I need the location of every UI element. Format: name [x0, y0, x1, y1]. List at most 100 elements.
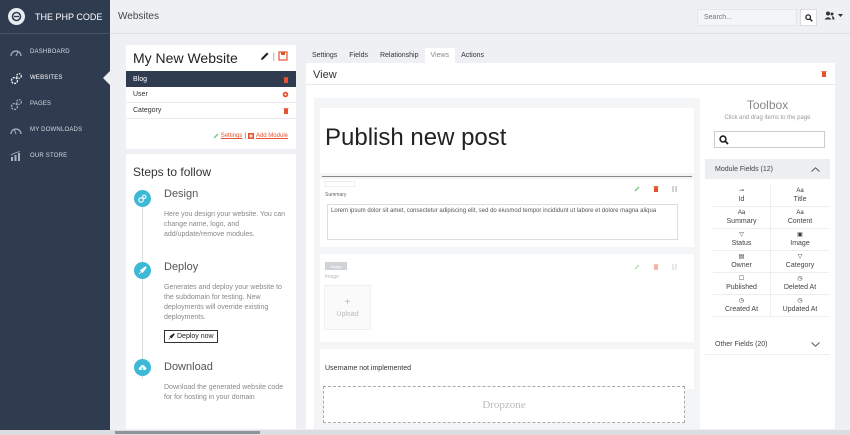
step-desc-design: Here you design your website. You can ch… [164, 211, 286, 238]
toolbox-item-deleted-at[interactable]: ◷ Deleted At [771, 273, 829, 295]
tab-fields[interactable]: Fields [343, 48, 374, 63]
chevron-down-icon [811, 342, 820, 347]
separator: | [244, 133, 246, 139]
module-item-blog[interactable]: Blog [126, 71, 296, 87]
steps-card: Steps to follow Design Here you design y… [126, 154, 296, 429]
field-label: Content [787, 218, 813, 225]
dropzone[interactable]: Dropzone [323, 386, 685, 423]
upload-button[interactable]: + Upload [324, 285, 371, 330]
tab-views[interactable]: Views [424, 48, 456, 63]
deploy-now-button[interactable]: Deploy now [164, 330, 218, 343]
field-label: Created At [724, 306, 759, 313]
pencil-icon[interactable] [260, 51, 270, 61]
summary-field-block[interactable]: Summary Lorem ipsum dolor sit amet, cons… [320, 179, 694, 247]
tab-actions[interactable]: Actions [455, 48, 490, 63]
sidebar-item-websites[interactable]: WEBSITES [0, 65, 110, 91]
rocket-icon [134, 262, 151, 279]
editor-title: View [313, 69, 337, 81]
clock-icon: ◷ [797, 276, 803, 282]
download-gauge-icon [9, 123, 23, 137]
module-item-category[interactable]: Category [126, 103, 296, 119]
search-icon [719, 134, 729, 145]
toolbox-item-title[interactable]: Aa Title [771, 185, 829, 207]
field-label: Deleted At [783, 284, 817, 291]
sidebar-item-my-downloads[interactable]: MY DOWNLOADS [0, 117, 110, 143]
field-label: Category [785, 262, 815, 269]
text-icon: Aa [796, 188, 804, 194]
app-header[interactable]: THE PHP CODE [0, 0, 110, 34]
summary-textarea[interactable]: Lorem ipsum dolor sit amet, consectetur … [327, 204, 678, 240]
other-fields-section[interactable]: Other Fields (20) [705, 335, 830, 355]
scrollbar-thumb[interactable] [115, 431, 260, 434]
step-title-design: Design [164, 188, 199, 200]
image-tag: Image [325, 262, 347, 270]
separator: | [272, 51, 275, 61]
step-title-deploy: Deploy [164, 261, 199, 273]
trash-icon[interactable] [821, 70, 827, 77]
toolbox-item-updated-at[interactable]: ◷ Updated At [771, 295, 829, 317]
app-logo-icon [8, 8, 25, 25]
add-module-link[interactable]: Add Module [256, 133, 288, 139]
users-icon [824, 11, 835, 20]
toolbox-search-input[interactable] [714, 131, 825, 148]
key-icon: ⊸ [738, 188, 745, 194]
search-input[interactable] [697, 9, 797, 26]
field-label: Published [726, 284, 757, 291]
toolbox-item-content[interactable]: Aa Content [771, 207, 829, 229]
edit-icon[interactable] [634, 264, 640, 270]
add-icon [247, 133, 254, 139]
plus-icon: + [344, 297, 351, 308]
tab-settings[interactable]: Settings [306, 48, 343, 63]
toolbox-item-owner[interactable]: ▤ Owner [713, 251, 771, 273]
toolbox-item-image[interactable]: ▣ Image [771, 229, 829, 251]
section-label: Module Fields (12) [715, 165, 773, 173]
image-field-block[interactable]: Image Image + Upload [320, 254, 694, 342]
field-label: Summary [726, 218, 757, 225]
trash-icon[interactable] [653, 263, 659, 270]
trash-icon[interactable] [653, 185, 659, 192]
module-fields-section[interactable]: Module Fields (12) [705, 159, 830, 179]
section-label: Other Fields (20) [715, 341, 768, 348]
sidebar: THE PHP CODE DASHBOARD WEBSITES PAGES MY… [0, 0, 110, 435]
image-icon: ▣ [797, 232, 803, 238]
image-label: Image [325, 274, 339, 280]
tab-relationship[interactable]: Relationship [374, 48, 425, 63]
edit-icon[interactable] [634, 186, 640, 192]
save-icon[interactable] [278, 51, 288, 61]
publish-title-block[interactable]: Publish new post [320, 108, 694, 173]
trash-icon[interactable] [283, 76, 289, 83]
toolbox-item-created-at[interactable]: ◷ Created At [713, 295, 771, 317]
sidebar-item-label: OUR STORE [30, 153, 68, 159]
drag-handle-icon[interactable] [672, 185, 677, 192]
user-menu[interactable] [824, 11, 843, 20]
search-button[interactable] [800, 9, 817, 26]
search-icon [804, 13, 813, 22]
dropdown-icon: ▽ [739, 232, 744, 238]
store-chart-icon [9, 149, 23, 163]
cloud-download-icon [134, 359, 151, 376]
trash-icon[interactable] [283, 107, 289, 114]
editor-tabs: Settings Fields Relationship Views Actio… [306, 45, 490, 63]
gear-icon[interactable] [282, 91, 289, 98]
toolbox: Toolbox Click and drag items to the page… [705, 93, 830, 429]
toolbox-item-status[interactable]: ▽ Status [713, 229, 771, 251]
rocket-icon [168, 333, 175, 340]
module-item-user[interactable]: User [126, 87, 296, 103]
text-icon: Aa [796, 210, 804, 216]
settings-link[interactable]: Settings [221, 133, 243, 139]
toolbox-item-published[interactable]: ☐ Published [713, 273, 771, 295]
toolbox-item-id[interactable]: ⊸ Id [713, 185, 771, 207]
sidebar-item-pages[interactable]: PAGES [0, 91, 110, 117]
sidebar-item-our-store[interactable]: OUR STORE [0, 143, 110, 169]
sidebar-item-dashboard[interactable]: DASHBOARD [0, 39, 110, 65]
checkbox-icon: ☐ [738, 276, 745, 282]
field-label: Owner [731, 262, 752, 269]
clock-icon: ◷ [797, 298, 803, 304]
username-field-block[interactable]: Username not implemented [320, 349, 694, 389]
toolbox-item-summary[interactable]: Aa Summary [713, 207, 771, 229]
app-title: THE PHP CODE [35, 11, 103, 22]
toolbox-item-category[interactable]: ▽ Category [771, 251, 829, 273]
step-desc-download: Download the generated website code for … [164, 384, 284, 401]
drag-handle-icon[interactable] [672, 263, 677, 270]
step-title-download: Download [164, 361, 213, 373]
